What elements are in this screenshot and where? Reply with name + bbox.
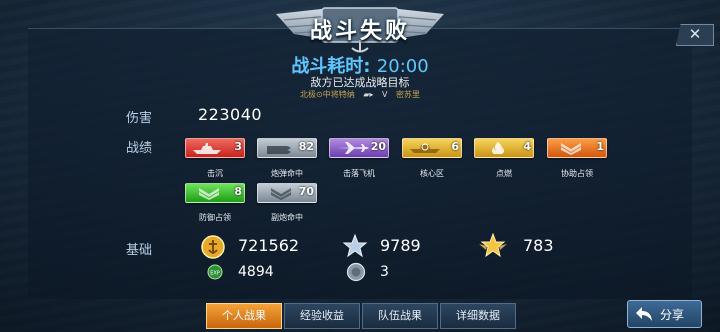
- svg-text:EXP: EXP: [210, 271, 220, 277]
- tab-detailed-data[interactable]: 详细数据: [440, 303, 516, 329]
- crew-xp-value: 9789: [380, 236, 421, 255]
- secondary-gun-icon: [271, 188, 291, 200]
- battle-result-title: 战斗失败: [309, 19, 410, 44]
- share-button[interactable]: 分享: [627, 300, 702, 328]
- captain-xp-star-icon: [479, 232, 507, 258]
- badge-label: 核心区: [420, 169, 444, 178]
- badge-count: 8: [234, 185, 242, 198]
- badge-label: 协助占领: [561, 169, 593, 178]
- badge-count: 3: [234, 140, 242, 153]
- tab-team-results[interactable]: 队伍战果: [362, 303, 438, 329]
- rank-icon: ▰▸: [363, 90, 374, 99]
- tab-personal-results[interactable]: 个人战果: [206, 303, 282, 329]
- badge-label: 击沉: [207, 169, 223, 178]
- basic-label: 基础: [126, 243, 153, 258]
- badge-planes-shot[interactable]: 20: [329, 138, 389, 158]
- badge-secondary-hits[interactable]: 70: [257, 183, 317, 203]
- close-button[interactable]: ✕: [676, 24, 714, 46]
- badge-label: 副炮命中: [271, 213, 303, 222]
- badge-count: 70: [298, 185, 314, 198]
- captain-xp-value: 783: [523, 236, 554, 255]
- result-description: 敌方已达成战略目标: [310, 76, 410, 89]
- crew-xp-star-icon: [342, 233, 368, 258]
- silver-coin-icon: [201, 235, 225, 259]
- badge-count: 1: [596, 140, 604, 153]
- exp-value: 4894: [238, 264, 274, 280]
- chevron-icon: [561, 143, 581, 155]
- badge-core-area[interactable]: 6: [402, 138, 462, 158]
- tab-experience[interactable]: 经验收益: [284, 303, 360, 329]
- medal-icon: [346, 262, 366, 282]
- silver-value: 721562: [238, 236, 300, 255]
- badge-count: 82: [298, 140, 314, 153]
- exp-icon: EXP: [207, 264, 223, 280]
- badge-count: 4: [523, 140, 531, 153]
- medal-value: 3: [380, 264, 389, 280]
- player-left-name: 北极⊙中将特纳: [300, 90, 355, 99]
- chevron-icon: [199, 188, 219, 200]
- badge-sunk[interactable]: 3: [185, 138, 245, 158]
- core-icon: [410, 143, 440, 153]
- player-matchup: 北极⊙中将特纳 ▰▸ V 密苏里: [0, 89, 720, 100]
- badge-count: 20: [370, 140, 386, 153]
- badge-label: 击落飞机: [343, 169, 375, 178]
- player-right-name: 密苏里: [396, 90, 420, 99]
- share-arrow-icon: [636, 307, 652, 321]
- badge-label: 炮弹命中: [271, 169, 303, 178]
- ship-icon: [193, 143, 221, 154]
- vs-label: V: [381, 90, 388, 99]
- badge-label: 防御占领: [199, 213, 231, 222]
- badge-shell-hits[interactable]: 82: [257, 138, 317, 158]
- badge-label: 点燃: [496, 169, 512, 178]
- achievements-label: 战绩: [126, 141, 153, 156]
- share-label: 分享: [660, 308, 685, 322]
- badge-ignite[interactable]: 4: [474, 138, 534, 158]
- damage-label: 伤害: [126, 111, 153, 126]
- fire-icon: [492, 142, 504, 154]
- damage-value: 223040: [198, 105, 263, 124]
- shell-icon: [267, 146, 291, 154]
- badge-defend-capture[interactable]: 8: [185, 183, 245, 203]
- badge-count: 6: [451, 140, 459, 153]
- badge-assist-capture[interactable]: 1: [547, 138, 607, 158]
- plane-icon: [337, 142, 369, 154]
